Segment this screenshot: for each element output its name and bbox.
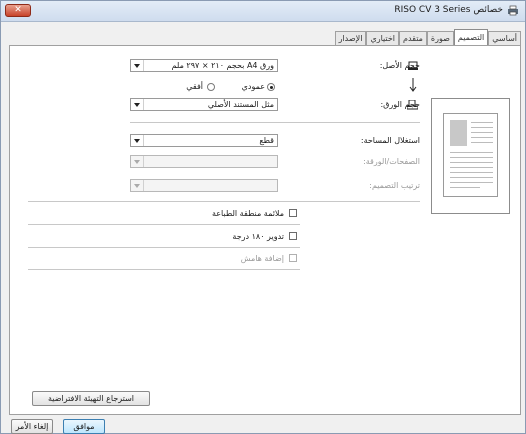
tab-layout[interactable]: التصميم — [453, 29, 489, 46]
space-usage-value: قطع — [259, 136, 274, 145]
space-usage-label: استغلال المساحة: — [360, 136, 420, 145]
paper-size-label: حجم الورق: — [380, 100, 420, 109]
divider — [28, 224, 300, 225]
preview-text-line — [450, 162, 493, 163]
arrow-down-icon — [409, 78, 417, 92]
preview-text-line — [450, 157, 493, 158]
layout-order-label: ترتيب التصميم: — [369, 181, 420, 190]
divider — [28, 247, 300, 248]
pages-per-sheet-label: الصفحات/الورقة: — [363, 157, 420, 166]
chevron-down-icon — [131, 99, 144, 110]
fit-print-area-label: ملائمة منطقة الطباعة — [211, 209, 284, 218]
preview-text-line — [450, 167, 493, 168]
layout-order-select[interactable] — [130, 179, 278, 192]
ok-button[interactable]: موافق — [63, 419, 105, 434]
original-size-value: ورق A4 بحجم ٢١٠ × ٢٩٧ ملم — [171, 61, 274, 70]
preview-text-line — [471, 137, 493, 138]
chevron-down-icon — [131, 180, 144, 191]
tab-version[interactable]: الإصدار — [334, 31, 367, 46]
tab-advanced[interactable]: متقدم — [399, 31, 427, 46]
preview-image-block — [450, 120, 467, 146]
fit-print-area-checkbox[interactable] — [289, 209, 297, 217]
preview-text-line — [471, 142, 493, 143]
close-button[interactable]: ✕ — [5, 4, 31, 17]
preview-text-line — [471, 127, 493, 128]
space-usage-select[interactable]: قطع — [130, 134, 278, 147]
preview-text-line — [450, 172, 493, 173]
preview-text-line — [450, 187, 480, 188]
paper-size-select[interactable]: مثل المستند الأصلي — [130, 98, 278, 111]
original-size-label: حجم الأصل: — [379, 61, 420, 70]
tab-image[interactable]: صورة — [426, 31, 454, 46]
rotate-180-label: تدوير ١٨٠ درجة — [232, 232, 284, 241]
printer-icon — [508, 5, 518, 16]
properties-window: ✕ خصائص RISO CV 3 Series أساسي التصميم ص… — [0, 0, 526, 434]
landscape-radio[interactable] — [207, 83, 215, 91]
close-icon: ✕ — [14, 5, 22, 15]
cancel-button[interactable]: إلغاء الأمر — [11, 419, 53, 434]
preview-text-line — [450, 152, 493, 153]
divider — [130, 122, 420, 123]
preview-text-line — [450, 182, 493, 183]
tab-basic[interactable]: أساسي — [488, 31, 521, 46]
preview-text-line — [450, 177, 493, 178]
chevron-down-icon — [131, 156, 144, 167]
tab-optional[interactable]: اختياري — [366, 31, 399, 46]
portrait-label: عمودي — [241, 82, 265, 91]
chevron-down-icon — [131, 60, 144, 71]
original-size-select[interactable]: ورق A4 بحجم ٢١٠ × ٢٩٧ ملم — [130, 59, 278, 72]
pages-per-sheet-select[interactable] — [130, 155, 278, 168]
paper-size-value: مثل المستند الأصلي — [207, 100, 274, 109]
layout-preview — [431, 98, 510, 214]
tab-strip: أساسي التصميم صورة متقدم اختياري الإصدار — [334, 29, 521, 46]
rotate-180-checkbox[interactable] — [289, 232, 297, 240]
preview-text-line — [471, 122, 493, 123]
landscape-label: أفقي — [186, 82, 203, 91]
divider — [28, 201, 420, 202]
preview-page — [443, 113, 498, 197]
window-title: خصائص RISO CV 3 Series — [394, 5, 503, 15]
portrait-radio[interactable] — [267, 83, 275, 91]
add-margin-label: إضافة هامش — [240, 254, 284, 263]
divider — [28, 269, 300, 270]
title-bar: ✕ خصائص RISO CV 3 Series — [1, 1, 525, 22]
chevron-down-icon — [131, 135, 144, 146]
layout-panel: حجم الأصل: ورق A4 بحجم ٢١٠ × ٢٩٧ ملم عمو… — [9, 45, 521, 415]
add-margin-checkbox[interactable] — [289, 254, 297, 262]
restore-defaults-button[interactable]: استرجاع التهيئة الافتراضية — [32, 391, 150, 406]
preview-text-line — [471, 132, 493, 133]
